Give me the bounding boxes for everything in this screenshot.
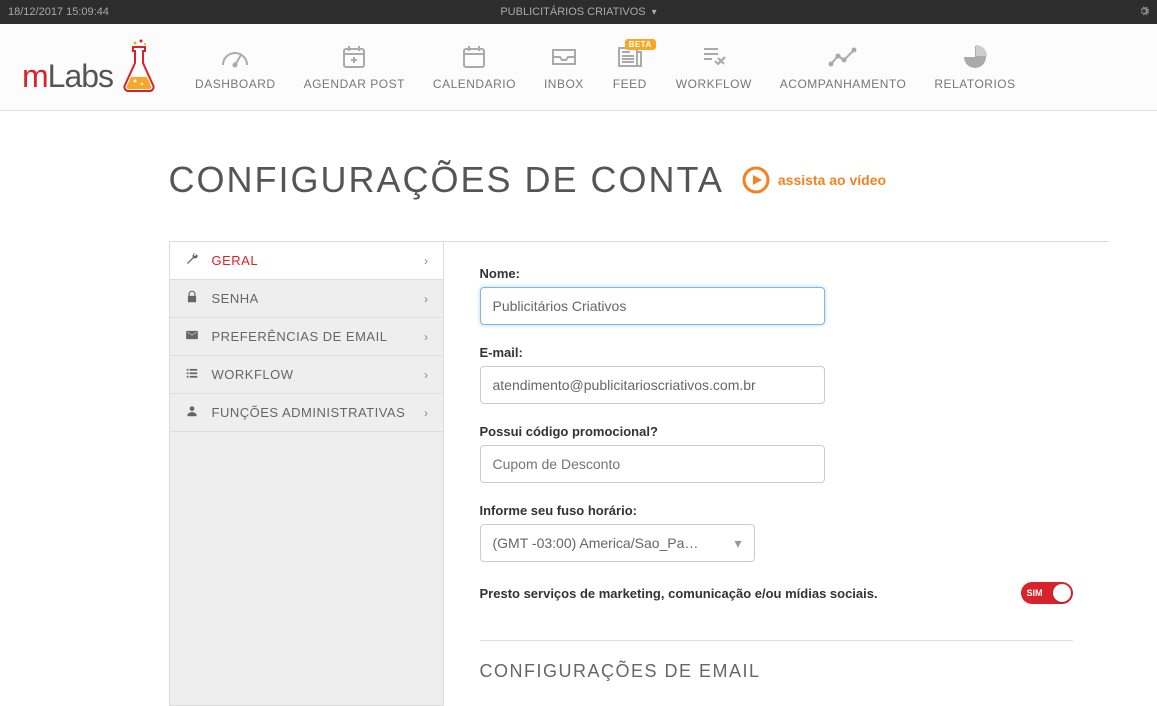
marketing-toggle[interactable]: SIM [1021,582,1073,604]
account-label: PUBLICITÁRIOS CRIATIVOS [500,6,645,18]
nav-acompanhamento[interactable]: ACOMPANHAMENTO [780,43,907,91]
nav-items: DASHBOARD AGENDAR POST CALENDARIO INBOX … [195,43,1137,91]
chevron-right-icon: › [424,254,429,268]
marketing-statement: Presto serviços de marketing, comunicaçã… [480,586,878,601]
sidebar-item-senha[interactable]: SENHA › [170,280,443,318]
tz-value: (GMT -03:00) America/Sao_Pa… [493,535,699,551]
video-link-label: assista ao vídeo [778,172,886,188]
sidebar-item-workflow[interactable]: WORKFLOW › [170,356,443,394]
envelope-icon [184,328,200,345]
sidebar-item-admin[interactable]: FUNÇÕES ADMINISTRATIVAS › [170,394,443,432]
datetime: 18/12/2017 15:09:44 [8,6,109,18]
nav-label: DASHBOARD [195,77,276,91]
nav-label: ACOMPANHAMENTO [780,77,907,91]
toggle-knob [1053,584,1071,602]
main-row: GERAL › SENHA › PREFERÊNCIAS DE EMAIL › … [49,241,1109,706]
form-group-promo: Possui código promocional? [480,424,1073,483]
sidebar-item-label: WORKFLOW [212,367,294,382]
form-group-email: E-mail: [480,345,1073,404]
marketing-toggle-row: Presto serviços de marketing, comunicaçã… [480,582,1073,604]
logo-m: m [22,58,48,94]
form-group-tz: Informe seu fuso horário: (GMT -03:00) A… [480,503,1073,562]
nav-relatorios[interactable]: RELATORIOS [934,43,1015,91]
chevron-right-icon: › [424,406,429,420]
user-icon [184,404,200,421]
logo[interactable]: mLabs [22,39,161,95]
play-circle-icon [742,166,770,194]
name-input[interactable] [480,287,825,325]
calendar-plus-icon [336,43,372,71]
nav-label: WORKFLOW [676,77,752,91]
nav-dashboard[interactable]: DASHBOARD [195,43,276,91]
nav-feed[interactable]: BETA FEED [612,43,648,91]
email-label: E-mail: [480,345,1073,360]
chevron-right-icon: › [424,368,429,382]
beta-badge: BETA [625,39,656,50]
sidebar-item-label: GERAL [212,253,259,268]
flask-icon [117,39,161,95]
sidebar-item-email[interactable]: PREFERÊNCIAS DE EMAIL › [170,318,443,356]
line-chart-icon [825,43,861,71]
nav-label: INBOX [544,77,584,91]
form-group-name: Nome: [480,266,1073,325]
section-divider: CONFIGURAÇÕES DE EMAIL [480,640,1073,682]
settings-sidebar: GERAL › SENHA › PREFERÊNCIAS DE EMAIL › … [169,241,444,706]
video-link[interactable]: assista ao vídeo [742,166,886,194]
tz-select[interactable]: (GMT -03:00) America/Sao_Pa… ▾ [480,524,755,562]
toggle-label: SIM [1027,588,1043,598]
nav-workflow[interactable]: WORKFLOW [676,43,752,91]
chevron-right-icon: › [424,292,429,306]
sidebar-item-label: PREFERÊNCIAS DE EMAIL [212,329,388,344]
promo-input[interactable] [480,445,825,483]
email-input[interactable] [480,366,825,404]
tz-label: Informe seu fuso horário: [480,503,1073,518]
lock-icon [184,290,200,307]
chevron-down-icon: ▾ [652,7,657,18]
nav-label: FEED [613,77,647,91]
account-selector[interactable]: PUBLICITÁRIOS CRIATIVOS ▾ [500,6,656,18]
page: CONFIGURAÇÕES DE CONTA assista ao vídeo … [49,111,1109,706]
sidebar-item-label: FUNÇÕES ADMINISTRATIVAS [212,405,406,420]
gauge-icon [217,43,253,71]
chevron-down-icon: ▾ [734,535,741,552]
pie-chart-icon [957,43,993,71]
nav-agendar-post[interactable]: AGENDAR POST [304,43,405,91]
calendar-icon [456,43,492,71]
nav-calendario[interactable]: CALENDARIO [433,43,516,91]
section-subtitle: CONFIGURAÇÕES DE EMAIL [480,661,1073,682]
nav-label: AGENDAR POST [304,77,405,91]
wrench-icon [184,252,200,269]
gear-icon[interactable] [1137,4,1151,21]
nav-inbox[interactable]: INBOX [544,43,584,91]
nav-label: CALENDARIO [433,77,516,91]
name-label: Nome: [480,266,1073,281]
promo-label: Possui código promocional? [480,424,1073,439]
chevron-right-icon: › [424,330,429,344]
page-title-row: CONFIGURAÇÕES DE CONTA assista ao vídeo [49,159,1109,201]
topbar: 18/12/2017 15:09:44 PUBLICITÁRIOS CRIATI… [0,0,1157,24]
sidebar-item-geral[interactable]: GERAL › [170,242,443,280]
page-title: CONFIGURAÇÕES DE CONTA [169,159,724,201]
nav-label: RELATORIOS [934,77,1015,91]
form-panel: Nome: E-mail: Possui código promocional?… [444,241,1109,706]
inbox-icon [546,43,582,71]
list-icon [184,366,200,383]
logo-labs: Labs [48,58,113,94]
sidebar-item-label: SENHA [212,291,259,306]
navbar: mLabs DASHBOARD AGENDAR POST CALENDARIO … [0,24,1157,111]
approve-icon [696,43,732,71]
